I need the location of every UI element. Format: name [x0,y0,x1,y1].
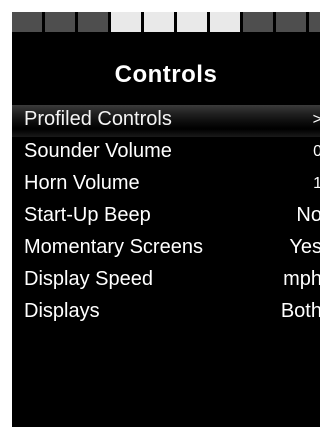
menu-item-label: Horn Volume [24,172,140,194]
menu-item-label: Momentary Screens [24,236,203,258]
segment-indicator [309,12,320,32]
menu-item-label: Sounder Volume [24,140,172,162]
segment-indicator [78,12,108,32]
segment-indicator [243,12,273,32]
menu-item-horn-volume[interactable]: Horn Volume 1 [12,169,320,201]
controls-menu: Profiled Controls > Sounder Volume 0 Hor… [12,105,320,329]
segment-indicator-bar [12,12,320,32]
page-title: Controls [114,61,218,88]
menu-item-value: No [296,204,320,226]
segment-indicator [45,12,75,32]
menu-item-value: 0 [313,143,320,160]
segment-indicator [144,12,174,32]
menu-item-label: Display Speed [24,268,153,290]
menu-item-value: Yes [289,236,320,258]
menu-item-label: Start-Up Beep [24,204,151,226]
segment-indicator [177,12,207,32]
segment-indicator [12,12,42,32]
menu-item-sounder-volume[interactable]: Sounder Volume 0 [12,137,320,169]
menu-item-value: 1 [313,175,320,192]
menu-item-display-speed[interactable]: Display Speed mph [12,265,320,297]
menu-item-value: Both [280,300,320,322]
segment-indicator [276,12,306,32]
menu-item-value: mph [283,268,320,290]
menu-item-momentary-screens[interactable]: Momentary Screens Yes [12,233,320,265]
segment-indicator [210,12,240,32]
chevron-right-icon: > [312,111,320,128]
menu-item-displays[interactable]: Displays Both [12,297,320,329]
menu-item-label: Profiled Controls [24,108,172,130]
controls-screen: Controls Profiled Controls > Sounder Vol… [12,12,320,427]
menu-item-profiled-controls[interactable]: Profiled Controls > [12,105,320,137]
segment-indicator [111,12,141,32]
menu-item-label: Displays [24,300,100,322]
menu-item-start-up-beep[interactable]: Start-Up Beep No [12,201,320,233]
